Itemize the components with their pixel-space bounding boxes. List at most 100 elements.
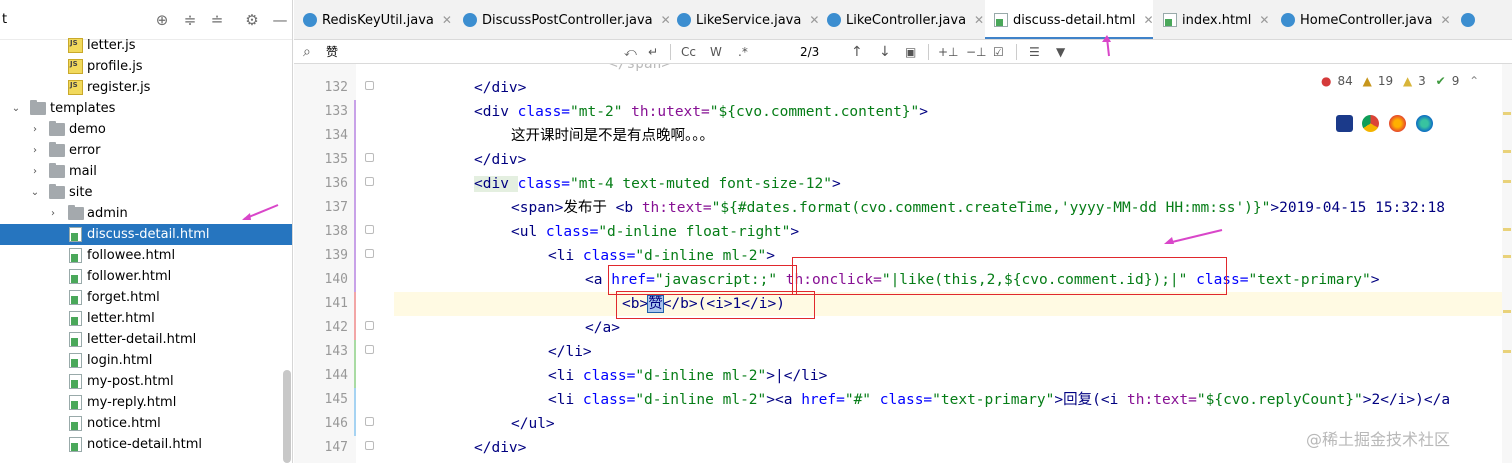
chevron-right-icon[interactable]: › [47,203,59,224]
fold-marker-icon[interactable] [365,345,374,354]
locate-icon[interactable]: ⊕ [152,10,172,30]
hide-icon[interactable]: — [270,10,290,30]
search-input[interactable]: 赞 [326,42,338,62]
jetbrains-icon[interactable] [1336,115,1353,132]
tab-likeservice[interactable]: LikeService.java ✕ [668,0,822,39]
tab-discusspostcontroller[interactable]: DiscussPostController.java ✕ [454,0,672,39]
tree-item-letter-js[interactable]: letter.js [0,33,292,56]
tree-item-forget-html[interactable]: forget.html [0,287,292,308]
edge-icon[interactable] [1416,115,1433,132]
tree-item-my-post-html[interactable]: my-post.html [0,371,292,392]
words-toggle[interactable]: W [710,42,722,62]
tree-item-mail[interactable]: › mail [0,161,292,182]
remove-occurrence-icon[interactable]: −⊥ [966,42,987,62]
chevron-down-icon[interactable]: ⌄ [29,182,41,203]
fold-marker-icon[interactable] [365,225,374,234]
tree-item-discuss-detail-html[interactable]: discuss-detail.html [0,224,292,245]
fold-marker-icon[interactable] [365,81,374,90]
tree-item-notice-detail-html[interactable]: notice-detail.html [0,434,292,455]
html-file-icon [69,290,82,305]
clear-icon[interactable]: ⤺ [624,42,637,62]
error-stripe[interactable] [1502,64,1512,463]
tree-item-notice-html[interactable]: notice.html [0,413,292,434]
line-number: 141 [324,296,348,311]
add-occurrence-icon[interactable]: +⊥ [938,42,959,62]
tree-item-register-js[interactable]: register.js [0,75,292,98]
html-file-icon [69,311,82,326]
chevron-right-icon[interactable]: › [29,161,41,182]
warning-icon: ▲ [1362,74,1372,88]
stripe-mark[interactable] [1503,228,1511,231]
code-line-132: </div> [474,76,526,100]
window-icon[interactable]: ▣ [905,42,916,62]
close-icon[interactable]: ✕ [974,13,984,27]
stripe-mark[interactable] [1503,150,1511,153]
stripe-mark[interactable] [1503,112,1511,115]
tab-more[interactable] [1452,0,1512,39]
close-icon[interactable]: ✕ [442,13,452,27]
inspection-status[interactable]: ● 84 ▲ 19 ▲ 3 ✔ 9 ⌃ [1321,73,1485,89]
tree-item-templates[interactable]: ⌄ templates [0,98,292,119]
close-icon[interactable]: ✕ [1259,13,1269,27]
filter-icon[interactable]: ▼ [1056,42,1065,62]
folder-icon [68,205,84,220]
chrome-icon[interactable] [1362,115,1379,132]
js-file-icon [68,54,83,75]
close-icon[interactable]: ✕ [1144,13,1154,27]
close-icon[interactable]: ✕ [1441,13,1451,27]
stripe-mark[interactable] [1503,255,1511,258]
tree-item-label: my-reply.html [87,395,177,410]
fold-marker-icon[interactable] [365,441,374,450]
fold-marker-icon[interactable] [365,249,374,258]
fold-marker-icon[interactable] [365,321,374,330]
chevron-down-icon[interactable]: ⌄ [10,98,22,119]
code-token: <li [548,368,583,384]
stripe-mark[interactable] [1503,310,1511,313]
firefox-icon[interactable] [1389,115,1406,132]
tab-index[interactable]: index.html ✕ [1154,0,1274,39]
chevron-up-icon[interactable]: ⌃ [1469,74,1479,88]
project-scrollbar[interactable] [283,370,291,463]
fold-marker-icon[interactable] [365,177,374,186]
tree-item-label: letter.html [87,311,155,326]
regex-toggle[interactable]: .* [738,42,748,62]
tree-item-site[interactable]: ⌄ site [0,182,292,203]
tab-rediskeyutil[interactable]: RedisKeyUtil.java ✕ [294,0,459,39]
collapse-all-icon[interactable]: ≐ [207,10,227,30]
filter-list-icon[interactable]: ☰ [1029,42,1040,62]
code-token: > [831,176,841,192]
code-token: <span> [511,200,564,216]
stripe-mark[interactable] [1503,350,1511,353]
newline-icon[interactable]: ↵ [648,42,658,62]
arrow-up-icon[interactable]: ↑ [851,42,863,62]
stripe-mark[interactable] [1503,180,1511,183]
tree-item-follower-html[interactable]: follower.html [0,266,292,287]
fold-marker-icon[interactable] [365,153,374,162]
tree-item-profile-js[interactable]: profile.js [0,54,292,77]
tab-homecontroller[interactable]: HomeController.java ✕ [1272,0,1452,39]
tree-item-letter-html[interactable]: letter.html [0,308,292,329]
tree-item-demo[interactable]: › demo [0,119,292,140]
expand-all-icon[interactable]: ≑ [180,10,200,30]
tree-item-label: profile.js [87,59,143,74]
code-token: th:text= [1127,392,1197,408]
arrow-down-icon[interactable]: ↓ [879,42,891,62]
html-file-icon [69,227,82,242]
fold-marker-icon[interactable] [365,417,374,426]
tree-item-my-reply-html[interactable]: my-reply.html [0,392,292,413]
tree-item-followee-html[interactable]: followee.html [0,245,292,266]
chevron-right-icon[interactable]: › [29,119,41,140]
tab-discuss-detail[interactable]: discuss-detail.html ✕ [985,0,1154,39]
tree-item-letter-detail-html[interactable]: letter-detail.html [0,329,292,350]
warning-count: 19 [1377,74,1394,88]
tab-likecontroller[interactable]: LikeController.java ✕ [818,0,984,39]
tree-item-login-html[interactable]: login.html [0,350,292,371]
tree-item-error[interactable]: › error [0,140,292,161]
tree-item-label: follower.html [87,269,172,284]
chevron-right-icon[interactable]: › [29,140,41,161]
match-case-toggle[interactable]: Cc [681,42,696,62]
annotation-box-onclick [792,257,1227,295]
gear-icon[interactable]: ⚙ [242,10,262,30]
select-all-icon[interactable]: ☑ [993,42,1004,62]
code-line-147: </div> [474,436,526,460]
